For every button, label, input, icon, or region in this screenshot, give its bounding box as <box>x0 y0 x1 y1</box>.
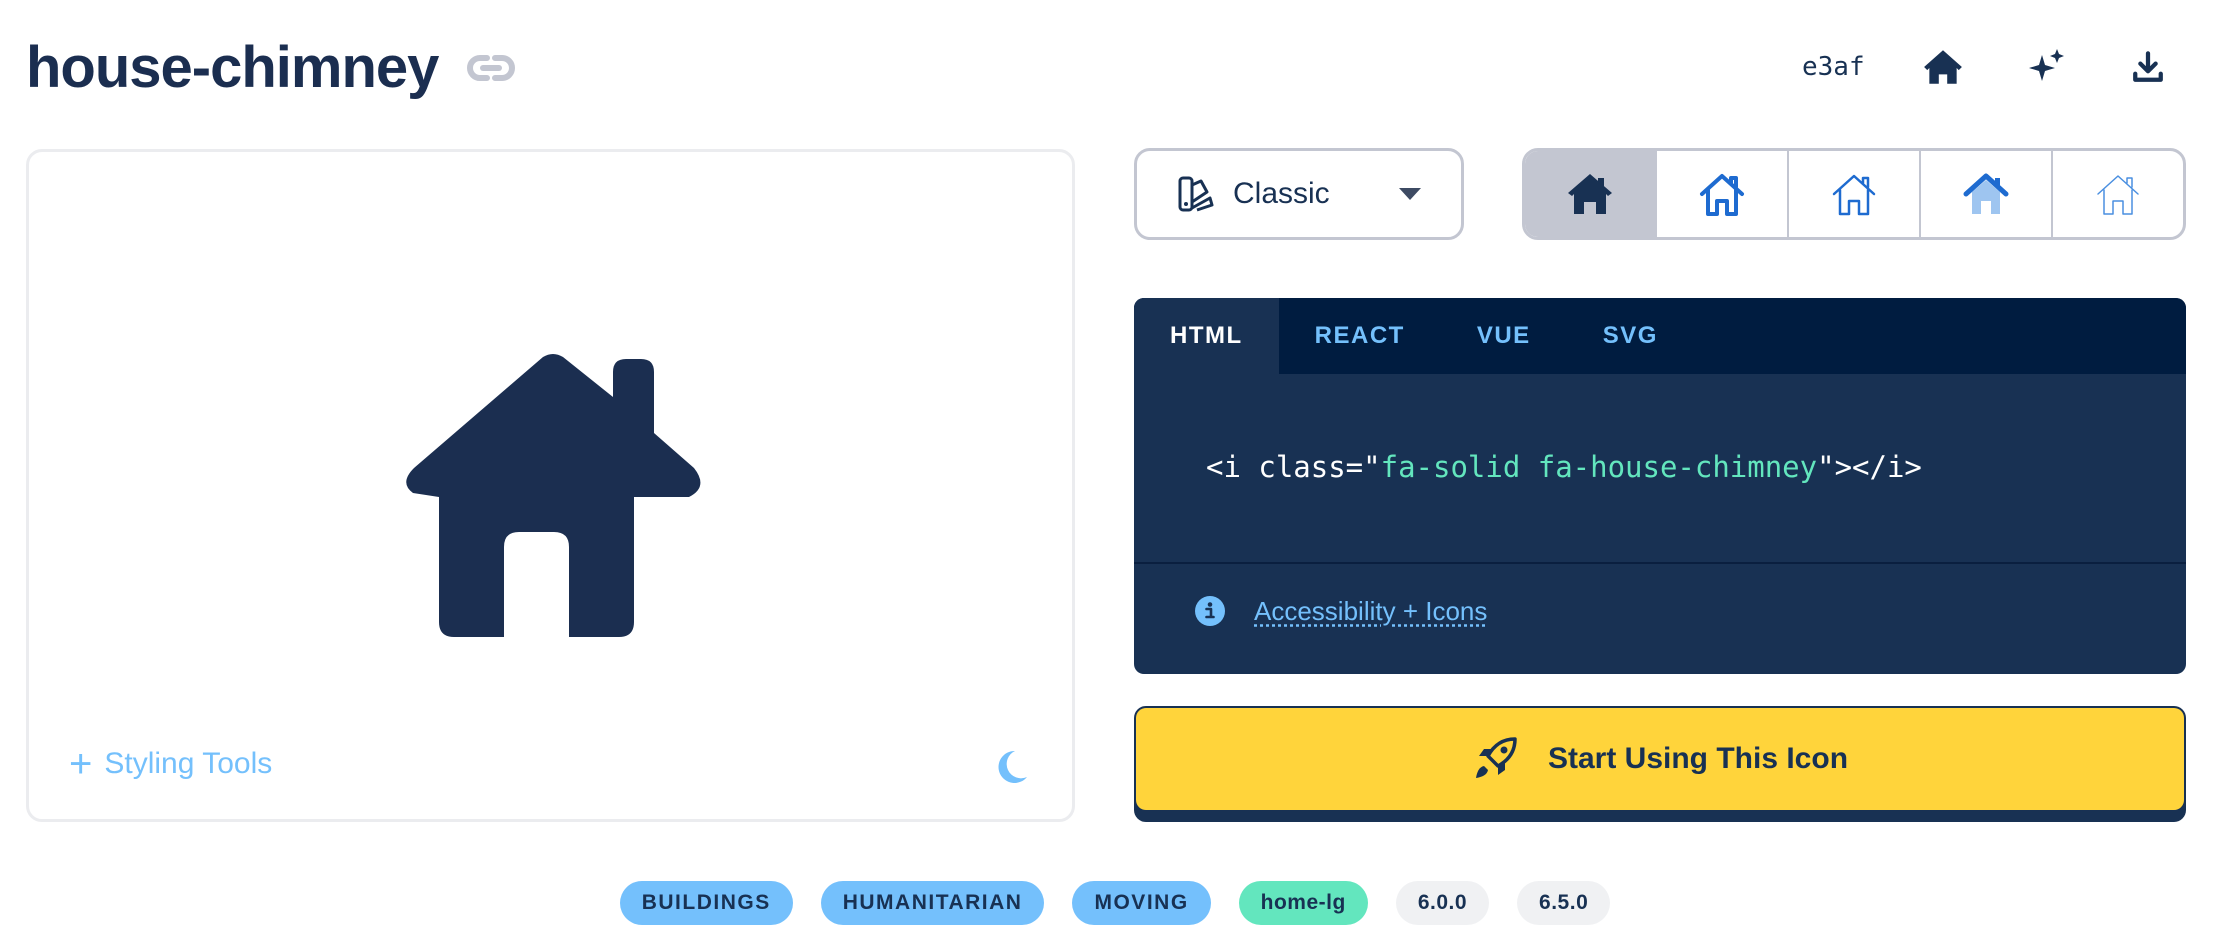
unicode-value[interactable]: e3af <box>1802 52 1865 82</box>
house-solid-icon <box>1568 174 1612 214</box>
download-icon[interactable] <box>2123 42 2173 92</box>
tag-version[interactable]: 6.5.0 <box>1517 881 1611 925</box>
code-panel: HTML REACT VUE SVG <i class="fa-solid fa… <box>1134 298 2186 674</box>
tag-version[interactable]: 6.0.0 <box>1395 881 1490 925</box>
chevron-down-icon <box>1399 188 1421 200</box>
style-regular-button[interactable] <box>1657 151 1789 237</box>
moon-icon[interactable] <box>991 747 1031 787</box>
tag-category[interactable]: HUMANITARIAN <box>820 881 1045 925</box>
style-solid-button[interactable] <box>1525 151 1657 237</box>
accessibility-row: Accessibility + Icons <box>1194 595 1487 627</box>
house-light-icon <box>1832 174 1876 216</box>
icon-preview-card: + Styling Tools <box>26 149 1075 822</box>
house-regular-icon <box>1700 174 1744 216</box>
style-selector <box>1522 148 2186 240</box>
family-select[interactable]: Classic <box>1134 148 1464 240</box>
snippet-open: <i class=" <box>1206 450 1381 484</box>
tag-list: BUILDINGS HUMANITARIAN MOVING home-lg 6.… <box>0 881 2222 925</box>
tab-vue[interactable]: VUE <box>1441 298 1567 374</box>
plus-icon: + <box>69 742 93 786</box>
style-duotone-button[interactable] <box>1921 151 2053 237</box>
house-duotone-icon <box>1963 173 2009 214</box>
style-thin-button[interactable] <box>2053 151 2183 237</box>
info-icon <box>1195 596 1225 626</box>
divider <box>1134 562 2186 564</box>
styling-tools-button[interactable]: + Styling Tools <box>69 742 273 786</box>
snippet-close: "></i> <box>1817 450 1922 484</box>
tag-alias[interactable]: home-lg <box>1238 881 1368 925</box>
code-snippet[interactable]: <i class="fa-solid fa-house-chimney"></i… <box>1206 450 1922 484</box>
accessibility-link[interactable]: Accessibility + Icons <box>1254 596 1487 627</box>
tag-category[interactable]: BUILDINGS <box>619 881 793 925</box>
styling-tools-label: Styling Tools <box>104 747 273 780</box>
snippet-class: fa-solid fa-house-chimney <box>1380 450 1818 484</box>
link-icon[interactable] <box>466 48 516 88</box>
tab-svg[interactable]: SVG <box>1567 298 1694 374</box>
tab-html[interactable]: HTML <box>1134 298 1279 374</box>
start-using-button[interactable]: Start Using This Icon <box>1136 708 2184 810</box>
style-light-button[interactable] <box>1789 151 1921 237</box>
family-select-value: Classic <box>1233 177 1330 210</box>
tag-category[interactable]: MOVING <box>1072 881 1211 925</box>
house-icon[interactable] <box>1918 42 1968 92</box>
start-using-label: Start Using This Icon <box>1547 742 1849 775</box>
sparkles-icon[interactable] <box>2021 42 2071 92</box>
house-thin-icon <box>2097 175 2139 215</box>
page-title: house-chimney <box>26 35 439 100</box>
code-tabs: HTML REACT VUE SVG <box>1134 298 2186 374</box>
house-chimney-icon <box>406 354 701 637</box>
palette-icon <box>1178 176 1214 212</box>
tab-react[interactable]: REACT <box>1279 298 1441 374</box>
rocket-icon <box>1475 737 1517 778</box>
